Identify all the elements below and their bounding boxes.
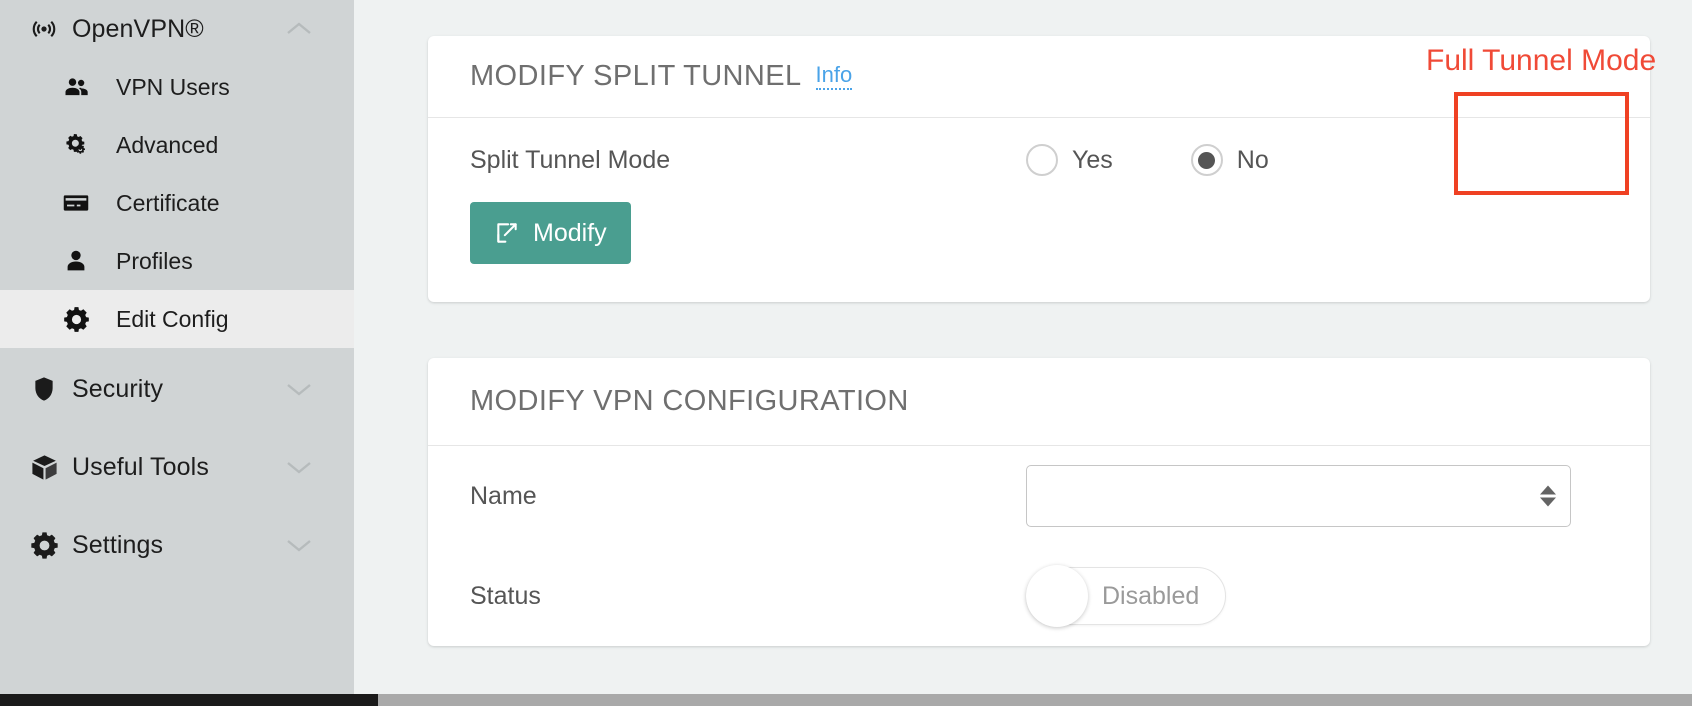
name-select[interactable] — [1026, 465, 1571, 527]
sidebar-item-label: Certificate — [116, 189, 220, 216]
spinner-arrows-icon[interactable] — [1540, 485, 1556, 507]
split-tunnel-mode-options: Yes No — [1026, 144, 1309, 176]
card-header: MODIFY VPN CONFIGURATION — [428, 358, 1650, 446]
chevron-up-icon[interactable] — [286, 21, 312, 37]
split-tunnel-mode-label: Split Tunnel Mode — [470, 145, 671, 174]
sidebar-item-edit-config[interactable]: Edit Config — [0, 290, 354, 348]
radio-circle-no[interactable] — [1190, 144, 1223, 176]
shield-icon — [22, 375, 66, 403]
sidebar-item-vpn-users[interactable]: VPN Users — [0, 58, 354, 116]
status-badge: Disabled — [1102, 581, 1200, 610]
radio-label-yes: Yes — [1072, 145, 1113, 174]
sidebar-group-label: Useful Tools — [72, 452, 209, 481]
broadcast-icon — [22, 14, 66, 44]
modify-button-row: Modify — [470, 202, 1608, 302]
sidebar-group-label: Settings — [72, 530, 164, 559]
person-icon — [62, 247, 104, 275]
sidebar-item-label: Edit Config — [116, 305, 229, 332]
sidebar-group-security[interactable]: Security — [0, 360, 354, 418]
section-title: MODIFY VPN CONFIGURATION — [470, 385, 909, 417]
horizontal-scrollbar[interactable] — [0, 694, 1692, 706]
card-icon — [62, 189, 104, 217]
status-toggle[interactable]: Disabled — [1026, 565, 1227, 627]
radio-dot — [1198, 151, 1216, 169]
gears-icon — [62, 131, 104, 159]
status-control: Disabled — [1026, 565, 1227, 627]
sidebar-group-openvpn[interactable]: OpenVPN® — [0, 0, 354, 58]
card-body: Split Tunnel Mode Yes No Modify — [428, 118, 1650, 302]
app-root: OpenVPN® VPN Users Advanced Certificate … — [0, 0, 1692, 706]
gear-icon — [22, 530, 66, 561]
radio-label-no: No — [1236, 145, 1269, 174]
split-tunnel-mode-row: Split Tunnel Mode Yes No — [470, 118, 1608, 202]
scrollbar-thumb[interactable] — [0, 694, 378, 706]
gear-icon — [62, 305, 104, 334]
radio-circle-yes[interactable] — [1026, 144, 1058, 176]
chevron-down-icon[interactable] — [286, 381, 312, 397]
main-content: MODIFY SPLIT TUNNEL Info Split Tunnel Mo… — [354, 0, 1692, 694]
sidebar-group-label: OpenVPN® — [72, 14, 204, 43]
sidebar-item-label: Advanced — [116, 131, 219, 158]
modify-button[interactable]: Modify — [470, 202, 631, 264]
info-link[interactable]: Info — [815, 63, 853, 90]
sidebar-group-settings[interactable]: Settings — [0, 516, 354, 574]
status-label: Status — [470, 581, 541, 610]
annotation-full-tunnel-mode: Full Tunnel Mode — [1426, 44, 1657, 77]
users-icon — [62, 73, 104, 101]
page-title: MODIFY SPLIT TUNNEL — [470, 60, 802, 92]
sidebar-group-label: Security — [72, 374, 164, 403]
toggle-knob[interactable] — [1026, 565, 1088, 627]
sidebar-item-label: Profiles — [116, 247, 193, 274]
chevron-down-icon[interactable] — [286, 459, 312, 475]
name-label: Name — [470, 481, 537, 510]
radio-no[interactable]: No — [1190, 144, 1269, 176]
edit-icon — [494, 220, 520, 246]
card-body: Name Status Disabled — [428, 446, 1650, 646]
chevron-down-icon[interactable] — [286, 537, 312, 553]
sidebar-item-profiles[interactable]: Profiles — [0, 232, 354, 290]
radio-yes[interactable]: Yes — [1026, 144, 1113, 176]
sidebar: OpenVPN® VPN Users Advanced Certificate … — [0, 0, 354, 694]
modify-vpn-configuration-card: MODIFY VPN CONFIGURATION Name Status Dis… — [428, 358, 1650, 646]
sidebar-group-useful-tools[interactable]: Useful Tools — [0, 438, 354, 496]
sidebar-item-certificate[interactable]: Certificate — [0, 174, 354, 232]
chevron-up-icon — [1540, 485, 1556, 495]
name-row: Name — [470, 446, 1608, 546]
modify-button-label: Modify — [533, 218, 607, 247]
status-row: Status Disabled — [470, 546, 1608, 646]
box-icon — [22, 453, 66, 482]
chevron-down-icon — [1540, 497, 1556, 507]
sidebar-item-advanced[interactable]: Advanced — [0, 116, 354, 174]
name-control — [1026, 465, 1571, 527]
sidebar-item-label: VPN Users — [116, 73, 230, 100]
